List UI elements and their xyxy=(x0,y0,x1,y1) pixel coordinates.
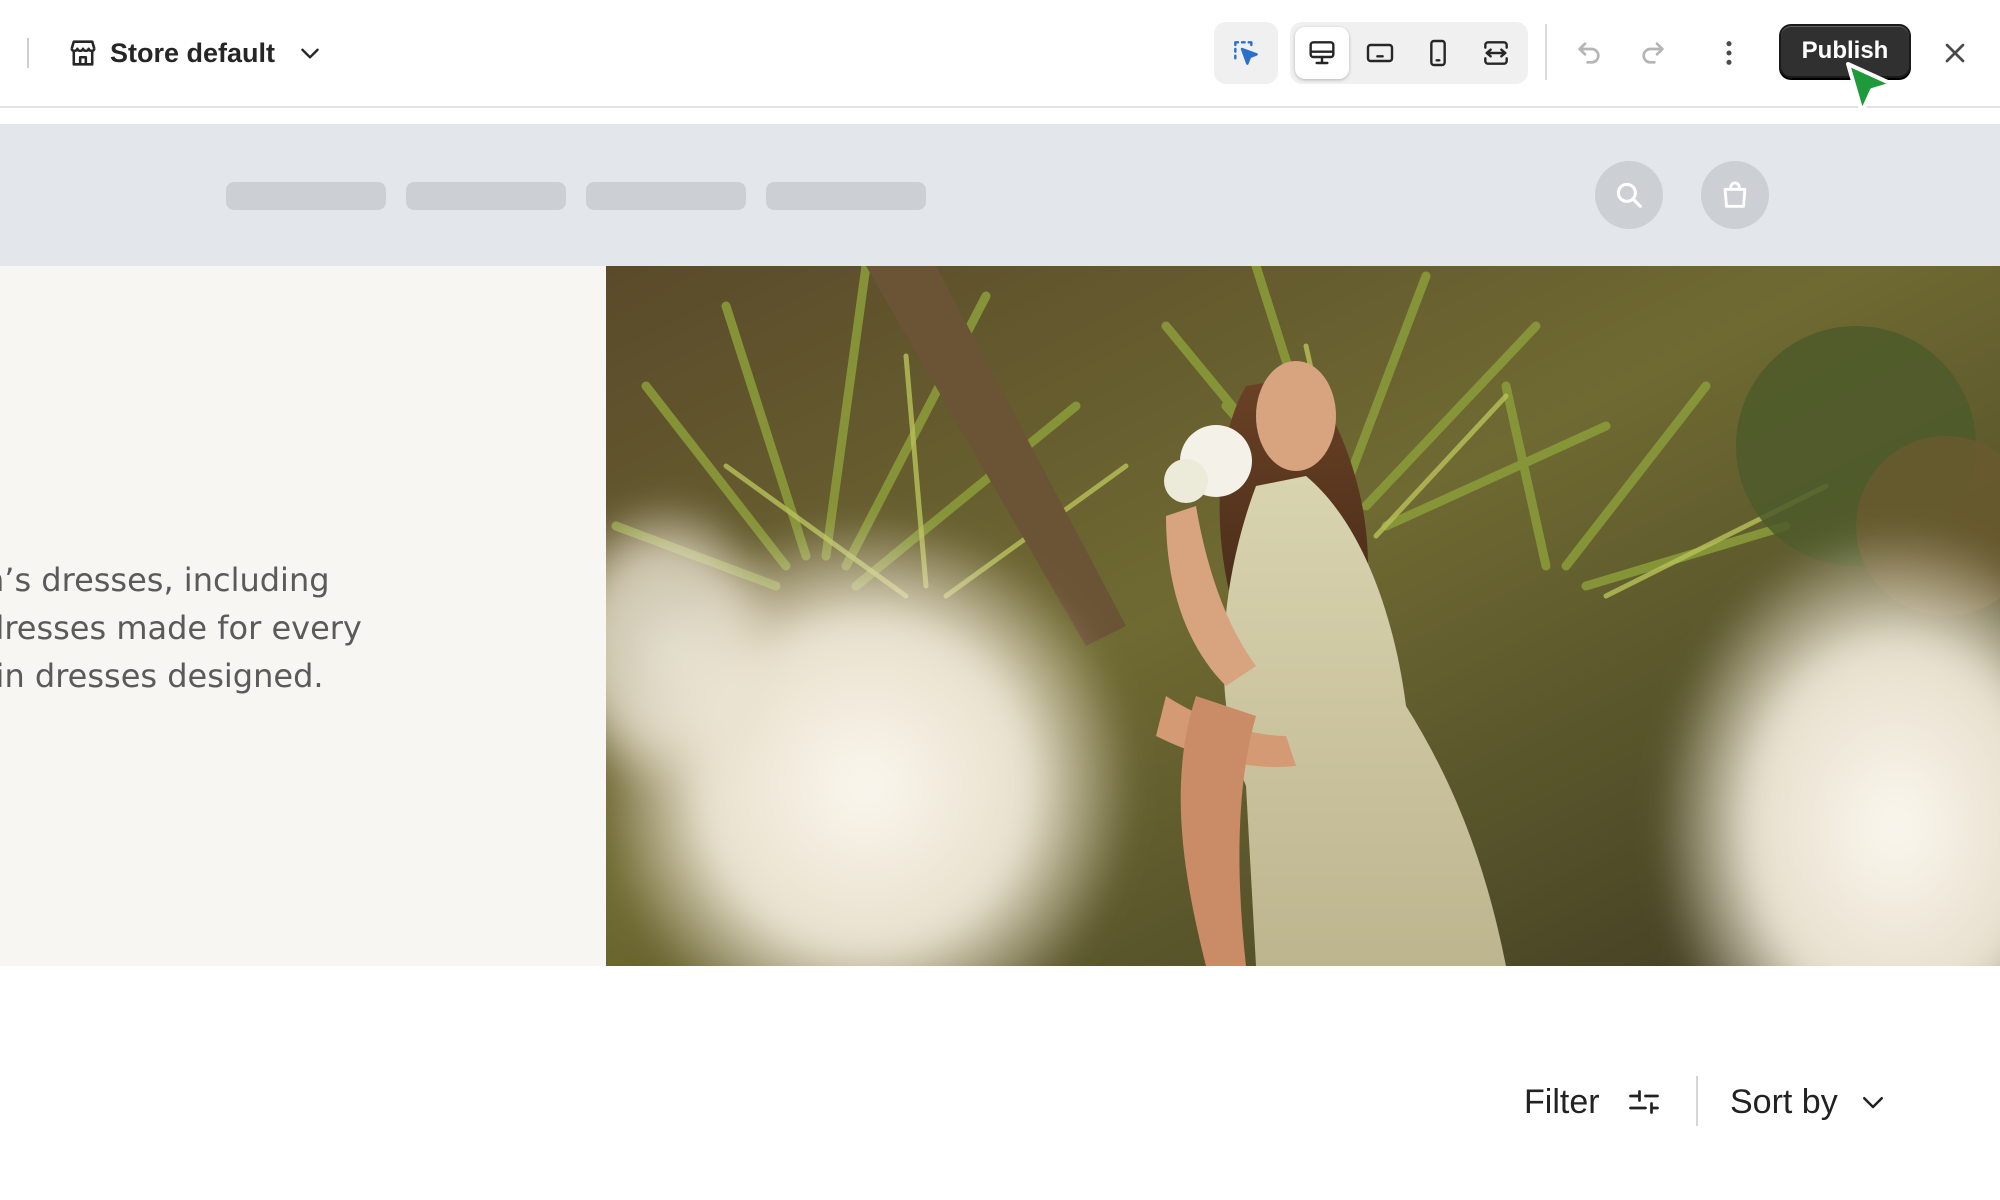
nav-placeholder xyxy=(226,182,386,210)
device-mode-group xyxy=(1290,22,1528,84)
select-element-button[interactable] xyxy=(1219,27,1273,79)
undo-button[interactable] xyxy=(1564,28,1614,78)
desktop-mode-button[interactable] xyxy=(1295,27,1349,79)
store-selector-label: Store default xyxy=(110,37,276,68)
cart-button[interactable] xyxy=(1701,161,1769,229)
store-preview-header xyxy=(0,124,2000,266)
hero-text-line: dresses made for every xyxy=(0,609,362,647)
full-width-icon xyxy=(1484,41,1508,65)
editor-toolbar: Store default Publish xyxy=(0,0,2000,108)
mobile-mode-button[interactable] xyxy=(1411,27,1465,79)
search-button[interactable] xyxy=(1595,161,1663,229)
nav-placeholder xyxy=(766,182,926,210)
full-width-mode-button[interactable] xyxy=(1469,27,1523,79)
filter-sliders-icon xyxy=(1628,1090,1659,1114)
undo-icon xyxy=(1578,42,1600,64)
nav-placeholder xyxy=(586,182,746,210)
store-selector[interactable]: Store default xyxy=(66,30,323,76)
more-vertical-icon xyxy=(1726,41,1732,65)
hero-text-line: -in dresses designed. xyxy=(0,657,324,695)
hero-text-panel: n’s dresses, including dresses made for … xyxy=(0,266,606,966)
nav-placeholder xyxy=(406,182,566,210)
store-icon xyxy=(70,40,96,66)
filter-button[interactable]: Filter xyxy=(1524,1078,1662,1126)
redo-icon xyxy=(1642,42,1664,64)
filter-sort-divider xyxy=(1696,1076,1698,1126)
shopping-bag-icon xyxy=(1723,181,1747,208)
tablet-landscape-icon xyxy=(1366,43,1394,63)
toolbar-divider xyxy=(1545,24,1547,80)
mouse-cursor-icon xyxy=(1846,62,1894,114)
hero-image xyxy=(606,266,2000,966)
close-button[interactable] xyxy=(1930,28,1980,78)
chevron-down-icon xyxy=(301,48,319,59)
hero-text-line: n’s dresses, including xyxy=(0,561,330,599)
more-actions-button[interactable] xyxy=(1704,28,1754,78)
select-tool-group xyxy=(1214,22,1278,84)
collection-filter-bar: Filter Sort by xyxy=(0,1000,2000,1200)
hero-description: n’s dresses, including dresses made for … xyxy=(0,556,584,700)
filter-label: Filter xyxy=(1524,1082,1600,1121)
mobile-icon xyxy=(1430,39,1446,67)
chevron-down-icon xyxy=(1862,1097,1883,1109)
redo-button[interactable] xyxy=(1628,28,1678,78)
sort-by-button[interactable]: Sort by xyxy=(1730,1078,1888,1126)
desktop-icon xyxy=(1309,41,1335,65)
sort-by-label: Sort by xyxy=(1730,1082,1838,1121)
search-icon xyxy=(1616,182,1642,208)
close-icon xyxy=(1945,43,1965,63)
toolbar-divider xyxy=(27,38,29,68)
select-element-icon xyxy=(1234,41,1258,65)
tablet-mode-button[interactable] xyxy=(1353,27,1407,79)
